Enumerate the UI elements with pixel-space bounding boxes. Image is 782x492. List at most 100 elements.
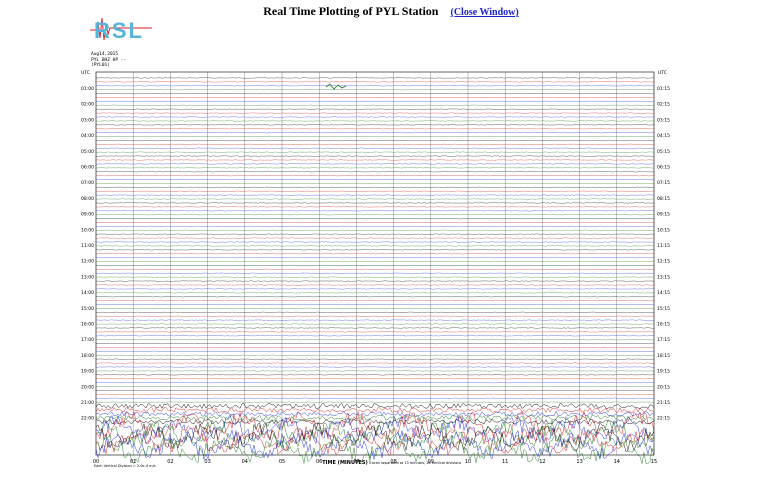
seismic-trace <box>95 315 655 317</box>
seismic-trace <box>95 410 655 417</box>
right-time-label: 22:15 <box>657 416 670 422</box>
left-time-label: 17:00 <box>81 337 94 343</box>
left-time-label: 15:00 <box>81 306 94 312</box>
seismic-trace <box>95 112 655 114</box>
seismic-trace <box>95 96 655 98</box>
seismic-trace <box>95 296 655 298</box>
right-time-label: 20:15 <box>657 384 670 390</box>
footer-note: Each Vertical Division = 2.0e-4 m/s <box>94 464 156 468</box>
right-time-label: 10:15 <box>657 227 670 233</box>
left-time-label: 18:00 <box>81 353 94 359</box>
seismic-trace <box>95 237 655 239</box>
utc-label-left: UTC <box>81 70 90 76</box>
seismic-trace <box>95 81 655 83</box>
seismic-trace <box>95 85 655 87</box>
seismic-trace <box>95 93 655 95</box>
x-axis-label: TIME (MINUTES) <box>322 460 367 466</box>
seismic-trace <box>95 389 655 391</box>
seismic-trace <box>95 151 655 153</box>
right-time-label: 09:15 <box>657 212 670 218</box>
x-tick-label: 05 <box>279 459 285 465</box>
seismic-trace <box>95 194 655 196</box>
seismic-trace <box>95 108 655 110</box>
seismic-trace <box>95 331 655 333</box>
seismic-trace <box>95 386 655 388</box>
x-tick-label: 04 <box>242 459 248 465</box>
right-time-label: 06:15 <box>657 165 670 171</box>
seismic-trace <box>95 186 655 188</box>
seismic-trace <box>95 288 655 290</box>
seismic-trace <box>95 358 655 360</box>
seismic-trace <box>95 366 655 368</box>
seismic-trace <box>95 163 655 165</box>
seismic-trace <box>95 132 655 134</box>
seismic-trace <box>95 143 655 145</box>
seismic-trace <box>95 433 655 464</box>
right-time-label: 14:15 <box>657 290 670 296</box>
left-time-label: 10:00 <box>81 227 94 233</box>
seismic-trace <box>95 245 655 247</box>
seismic-trace <box>95 343 655 345</box>
seismic-trace <box>95 378 655 380</box>
left-time-label: 11:00 <box>81 243 94 249</box>
right-time-label: 03:15 <box>657 117 670 123</box>
seismic-trace <box>95 339 655 341</box>
seismic-trace <box>95 206 655 208</box>
x-tick-label: 13 <box>576 459 582 465</box>
seismic-trace <box>95 190 655 192</box>
seismic-trace <box>95 155 655 157</box>
seismic-trace <box>95 268 655 270</box>
x-tick-label: 10 <box>465 459 471 465</box>
seismic-trace <box>95 311 655 313</box>
seismic-trace <box>95 292 655 294</box>
seismic-trace <box>96 257 655 259</box>
seismic-trace <box>95 397 655 399</box>
seismic-trace <box>95 370 655 372</box>
utc-label-right: UTC <box>658 70 667 76</box>
seismic-trace <box>95 77 654 79</box>
seismic-trace <box>95 233 655 235</box>
seismic-trace <box>95 136 655 138</box>
seismic-trace <box>95 382 655 384</box>
seismic-trace <box>95 229 655 231</box>
seismic-trace <box>95 403 655 410</box>
seismic-trace <box>95 100 655 102</box>
right-time-label: 12:15 <box>657 259 670 265</box>
right-time-label: 18:15 <box>657 353 670 359</box>
seismic-trace <box>95 300 655 302</box>
seismic-trace <box>95 124 655 126</box>
right-time-label: 02:15 <box>657 102 670 108</box>
left-time-label: 01:00 <box>81 86 94 92</box>
seismic-trace <box>95 222 655 223</box>
seismic-trace <box>95 354 655 356</box>
left-time-label: 19:00 <box>81 369 94 375</box>
seismic-trace <box>95 89 655 91</box>
left-time-label: 05:00 <box>81 149 94 155</box>
seismic-trace <box>95 335 655 337</box>
seismic-trace <box>95 276 655 278</box>
seismic-trace <box>95 128 655 130</box>
left-time-label: 03:00 <box>81 117 94 123</box>
seismic-traces <box>95 77 655 464</box>
seismic-trace <box>95 104 655 106</box>
left-time-label: 20:00 <box>81 384 94 390</box>
right-time-label: 15:15 <box>657 306 670 312</box>
right-time-label: 05:15 <box>657 149 670 155</box>
right-time-label: 17:15 <box>657 337 670 343</box>
seismic-trace <box>95 393 655 395</box>
seismic-trace <box>95 323 655 325</box>
left-time-label: 12:00 <box>81 259 94 265</box>
left-time-label: 22:00 <box>81 416 94 422</box>
seismic-trace <box>95 179 655 180</box>
seismic-trace <box>95 167 655 169</box>
seismic-trace <box>95 120 655 122</box>
seismic-trace <box>95 253 655 255</box>
seismic-trace <box>95 284 655 286</box>
right-time-label: 16:15 <box>657 322 670 328</box>
seismic-trace <box>95 327 655 329</box>
seismogram-plot: 00 01 02 03 04 05 06 07 08 09 10 11 12 13 14 15UTC UTC01… <box>81 70 670 468</box>
seismic-trace <box>95 202 655 204</box>
seismic-trace <box>95 319 655 321</box>
left-time-label: 06:00 <box>81 165 94 171</box>
seismic-trace <box>95 218 655 220</box>
